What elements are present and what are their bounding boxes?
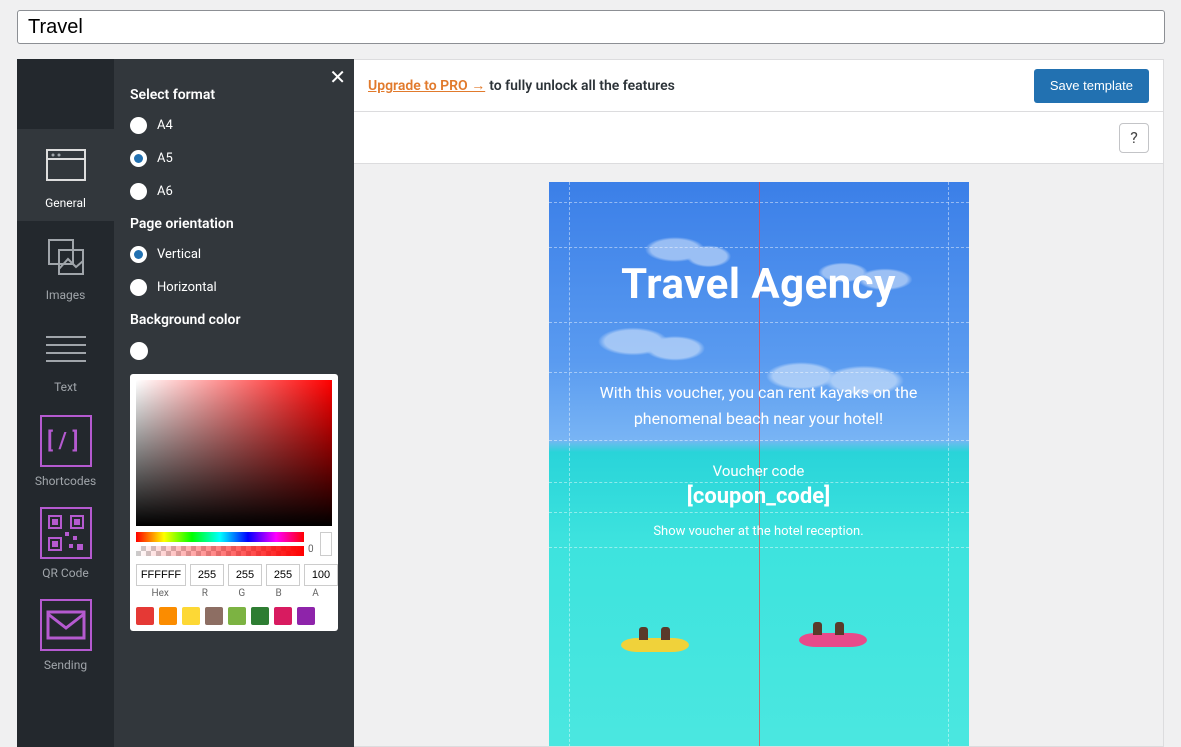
radio-icon: [130, 183, 147, 200]
guide-line: [549, 372, 969, 373]
template-title-input[interactable]: [17, 10, 1165, 44]
qrcode-icon: [40, 507, 92, 559]
preset-swatch[interactable]: [182, 607, 200, 625]
orientation-vertical-radio[interactable]: Vertical: [130, 246, 338, 263]
radio-label: Horizontal: [157, 280, 217, 295]
a-input[interactable]: [304, 564, 338, 586]
guide-line: [549, 482, 969, 483]
sidebar-item-sending[interactable]: Sending: [17, 589, 114, 681]
preset-swatch[interactable]: [297, 607, 315, 625]
preset-swatch[interactable]: [159, 607, 177, 625]
sidebar-item-label: QR Code: [42, 566, 88, 580]
a-label: A: [299, 588, 332, 599]
preset-swatch[interactable]: [136, 607, 154, 625]
orientation-horizontal-radio[interactable]: Horizontal: [130, 279, 338, 296]
voucher-title[interactable]: Travel Agency: [549, 260, 969, 309]
general-options-panel: ✕ Select format A4 A5 A6 Page orientatio…: [114, 59, 354, 747]
shortcode-icon: [ / ]: [40, 415, 92, 467]
voucher-note[interactable]: Show voucher at the hotel reception.: [549, 524, 969, 539]
sidebar-item-label: Sending: [44, 658, 87, 672]
voucher-preview[interactable]: Travel Agency With this voucher, you can…: [549, 182, 969, 746]
sidebar-item-label: Images: [46, 288, 86, 302]
orientation-heading: Page orientation: [130, 216, 338, 232]
radio-label: A4: [157, 118, 173, 133]
sidebar-item-images[interactable]: Images: [17, 221, 114, 313]
preset-swatch[interactable]: [251, 607, 269, 625]
secondary-bar: ?: [354, 112, 1163, 164]
canvas-area: Travel Agency With this voucher, you can…: [354, 164, 1163, 746]
r-input[interactable]: [190, 564, 224, 586]
sidebar-item-label: Shortcodes: [35, 474, 96, 488]
images-icon: [42, 233, 90, 281]
guide-line: [549, 440, 969, 441]
radio-label: A6: [157, 184, 173, 199]
preset-swatches: [136, 607, 332, 625]
voucher-code-value[interactable]: [coupon_code]: [549, 484, 969, 509]
question-icon: ?: [1130, 128, 1138, 147]
guide-line: [549, 512, 969, 513]
sidebar-item-general[interactable]: General: [17, 129, 114, 221]
envelope-icon: [40, 599, 92, 651]
color-picker: 0 Hex R G B A: [130, 374, 338, 631]
hue-slider[interactable]: [136, 532, 304, 542]
sidebar-item-text[interactable]: Text: [17, 313, 114, 405]
tools-sidebar: General Images Text [ / ] Shortcodes: [17, 59, 114, 747]
radio-icon: [130, 117, 147, 134]
window-icon: [42, 141, 90, 189]
help-button[interactable]: ?: [1119, 123, 1149, 153]
voucher-code-label[interactable]: Voucher code: [549, 462, 969, 480]
sidebar-item-label: General: [45, 196, 86, 210]
format-a6-radio[interactable]: A6: [130, 183, 338, 200]
format-a5-radio[interactable]: A5: [130, 150, 338, 167]
r-label: R: [188, 588, 221, 599]
color-preview-swatch: [320, 532, 332, 556]
text-lines-icon: [42, 325, 90, 373]
bg-color-swatch[interactable]: [130, 342, 148, 360]
b-input[interactable]: [266, 564, 300, 586]
hex-input[interactable]: [136, 564, 186, 586]
format-a4-radio[interactable]: A4: [130, 117, 338, 134]
hex-label: Hex: [136, 588, 184, 599]
sidebar-item-qrcode[interactable]: QR Code: [17, 497, 114, 589]
preset-swatch[interactable]: [205, 607, 223, 625]
kayak-illustration: [799, 633, 867, 647]
alpha-slider[interactable]: [136, 546, 304, 556]
kayak-illustration: [621, 638, 689, 652]
voucher-description[interactable]: With this voucher, you can rent kayaks o…: [569, 380, 949, 431]
radio-icon: [130, 246, 147, 263]
g-label: G: [225, 588, 258, 599]
saturation-area[interactable]: [136, 380, 332, 526]
g-input[interactable]: [228, 564, 262, 586]
guide-line: [549, 247, 969, 248]
svg-text:[ / ]: [ / ]: [47, 429, 78, 454]
preset-swatch[interactable]: [228, 607, 246, 625]
bg-color-heading: Background color: [130, 312, 338, 328]
guide-line: [549, 202, 969, 203]
close-icon[interactable]: ✕: [329, 65, 346, 89]
b-label: B: [262, 588, 295, 599]
radio-icon: [130, 279, 147, 296]
upgrade-pro-link[interactable]: Upgrade to PRO →: [368, 77, 485, 94]
sidebar-item-label: Text: [54, 380, 77, 394]
radio-label: A5: [157, 151, 173, 166]
radio-label: Vertical: [157, 247, 201, 262]
format-heading: Select format: [130, 87, 338, 103]
guide-line: [549, 322, 969, 323]
save-template-button[interactable]: Save template: [1034, 69, 1149, 103]
sidebar-item-shortcodes[interactable]: [ / ] Shortcodes: [17, 405, 114, 497]
top-bar: Upgrade to PRO → to fully unlock all the…: [354, 60, 1163, 112]
guide-line: [549, 547, 969, 548]
upgrade-text: to fully unlock all the features: [489, 78, 675, 94]
alpha-value: 0: [308, 544, 314, 555]
radio-icon: [130, 150, 147, 167]
preset-swatch[interactable]: [274, 607, 292, 625]
